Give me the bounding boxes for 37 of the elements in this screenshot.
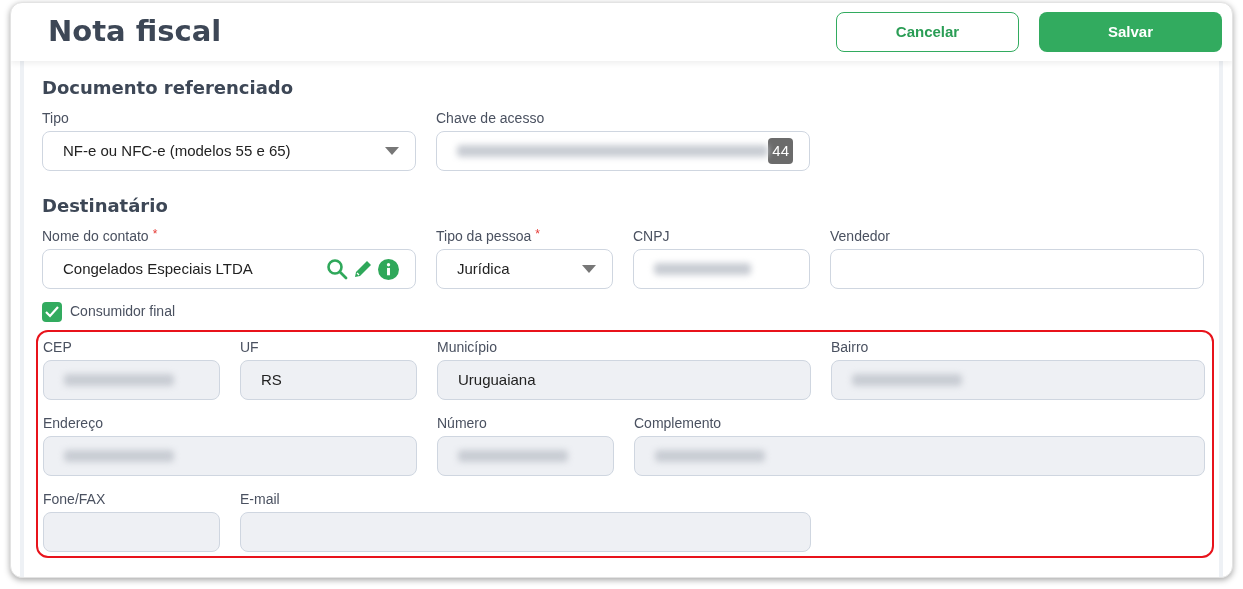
select-field[interactable]: NF-e ou NFC-e (modelos 55 e 65)	[42, 131, 416, 171]
field-label: E-mail	[240, 489, 280, 509]
pencil-icon[interactable]	[352, 258, 374, 280]
search-icon[interactable]	[326, 258, 348, 280]
page-title: Nota fiscal	[48, 13, 222, 51]
caret-icon	[582, 265, 596, 273]
input-field: RS	[240, 360, 417, 400]
input-field[interactable]: Congelados Especiais LTDA	[42, 249, 416, 289]
select-field[interactable]: Jurídica	[436, 249, 613, 289]
info-icon[interactable]	[378, 258, 399, 280]
section-title: Destinatário	[42, 193, 169, 218]
checkbox-label: Consumidor final	[70, 302, 176, 321]
input-field: Uruguaiana	[437, 360, 811, 400]
field-label: Chave de acesso	[436, 108, 545, 128]
field-label: Nome do contato	[42, 226, 149, 246]
field-label: Complemento	[634, 413, 722, 433]
required-mark: *	[152, 226, 158, 243]
field-label: Tipo da pessoa	[436, 226, 532, 246]
field-label: Endereço	[43, 413, 103, 433]
field-label: Município	[437, 337, 497, 357]
required-mark: *	[535, 226, 540, 243]
field-label: Fone/FAX	[43, 489, 106, 509]
field-label: CEP	[43, 337, 72, 357]
input-field[interactable]	[830, 249, 1204, 289]
field-label: Número	[437, 413, 487, 433]
input-field[interactable]: 44	[436, 131, 810, 171]
caret-icon	[385, 147, 399, 155]
field-label: Vendedor	[830, 226, 890, 246]
section-title: Documento referenciado	[42, 75, 295, 100]
input-field[interactable]	[633, 249, 810, 289]
character-count: 44	[768, 138, 793, 164]
field-label: UF	[240, 337, 259, 357]
checkbox[interactable]	[42, 301, 62, 322]
check-icon	[45, 305, 59, 318]
field-label: CNPJ	[633, 226, 670, 246]
field-label: Tipo	[42, 108, 69, 128]
field-label: Bairro	[831, 337, 869, 357]
